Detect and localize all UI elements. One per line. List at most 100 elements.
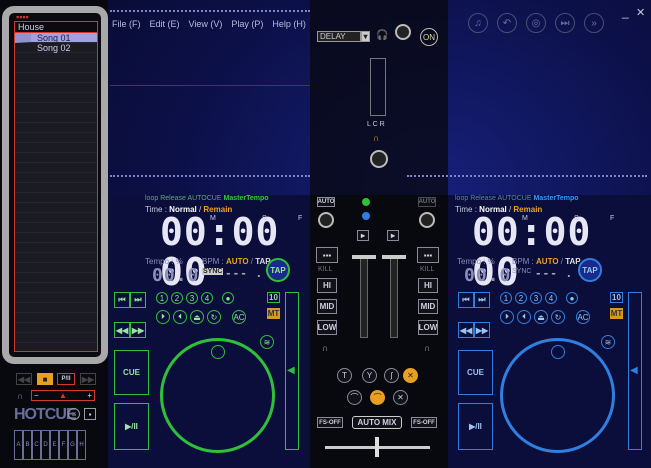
- autocue-button[interactable]: AC: [576, 310, 590, 324]
- list-icon[interactable]: ≡: [68, 408, 80, 420]
- volume-fader-right[interactable]: [390, 258, 398, 338]
- key-h[interactable]: H: [77, 430, 86, 460]
- monitor-slider[interactable]: [370, 58, 386, 116]
- playlist-empty-row[interactable]: [15, 53, 97, 63]
- effect-on-button[interactable]: ON: [420, 28, 438, 46]
- auto-gain-left[interactable]: AUTO: [317, 197, 335, 207]
- playlist-empty-row[interactable]: [15, 263, 97, 273]
- eq-low-right[interactable]: LOW: [418, 320, 438, 335]
- tap-button[interactable]: TAP: [266, 258, 290, 282]
- bpm-auto[interactable]: AUTO: [536, 257, 559, 266]
- menu-file[interactable]: File (F): [112, 19, 141, 29]
- playlist-empty-row[interactable]: [15, 83, 97, 93]
- loop-icon[interactable]: ↻: [207, 310, 221, 324]
- mastertempo-label[interactable]: MasterTempo: [534, 195, 579, 202]
- playlist-empty-row[interactable]: [15, 323, 97, 333]
- sampler-volume-slider[interactable]: − ▲ +: [31, 390, 95, 401]
- playlist-empty-row[interactable]: [15, 273, 97, 283]
- loop-icon[interactable]: ↻: [551, 310, 565, 324]
- playlist-empty-row[interactable]: [15, 173, 97, 183]
- playlist-empty-row[interactable]: [15, 113, 97, 123]
- eq-mid-left[interactable]: MID: [317, 299, 337, 314]
- headphones-icon[interactable]: ∩: [17, 391, 23, 401]
- jog-wheel[interactable]: [500, 338, 615, 453]
- hotcue-record[interactable]: ●: [222, 292, 234, 304]
- loop-label[interactable]: loop: [145, 195, 158, 202]
- record-icon[interactable]: ◎: [526, 13, 546, 33]
- volume-fader-left[interactable]: [360, 258, 368, 338]
- mastertempo-label[interactable]: MasterTempo: [224, 195, 269, 202]
- pitch-range-button[interactable]: 10: [610, 292, 623, 303]
- headphones-icon[interactable]: ∩: [424, 343, 430, 353]
- menu-help[interactable]: Help (H): [272, 19, 306, 29]
- key-e[interactable]: E: [50, 430, 59, 460]
- back-icon[interactable]: ↶: [497, 13, 517, 33]
- playlist-empty-row[interactable]: [15, 103, 97, 113]
- fx-x-icon[interactable]: ✕: [393, 390, 408, 405]
- playlist-empty-row[interactable]: [15, 193, 97, 203]
- playlist-empty-row[interactable]: [15, 73, 97, 83]
- fast-forward-button[interactable]: ▶▶: [130, 322, 146, 338]
- autocue-button[interactable]: AC: [232, 310, 246, 324]
- auto-mix-button[interactable]: AUTO MIX: [352, 416, 402, 429]
- playlist-item[interactable]: Song 02: [15, 43, 97, 53]
- fx-curve-active-icon[interactable]: ⌒: [370, 390, 385, 405]
- headphones-icon[interactable]: ∩: [322, 343, 328, 353]
- eject-icon[interactable]: ⏏: [534, 310, 548, 324]
- sampler-prev-button[interactable]: ◀◀: [16, 373, 32, 385]
- playlist-empty-row[interactable]: [15, 63, 97, 73]
- kill-icon[interactable]: ▪▪▪: [417, 247, 439, 263]
- rewind-button[interactable]: ◀◀: [458, 322, 474, 338]
- pitch-slider[interactable]: ◀: [628, 292, 642, 450]
- fx-split-icon[interactable]: Y: [362, 368, 377, 383]
- cue-button[interactable]: CUE: [458, 350, 493, 395]
- key-c[interactable]: C: [32, 430, 41, 460]
- playlist-item[interactable]: Song 01: [15, 33, 97, 43]
- playlist-empty-row[interactable]: [15, 243, 97, 253]
- effect-select[interactable]: DELAY: [317, 31, 361, 42]
- cue-forward-icon[interactable]: ⏴: [517, 310, 531, 324]
- hotcue-record[interactable]: ●: [566, 292, 578, 304]
- monitor-knob[interactable]: [370, 150, 388, 168]
- menu-view[interactable]: View (V): [189, 19, 223, 29]
- play-pause-button[interactable]: ▶/II: [458, 403, 493, 450]
- autocue-label[interactable]: AUTOCUE: [497, 195, 531, 202]
- cue-button[interactable]: CUE: [114, 350, 149, 395]
- key-f[interactable]: F: [59, 430, 68, 460]
- master-tempo-button[interactable]: MT: [610, 308, 623, 319]
- cue-forward-icon[interactable]: ⏴: [173, 310, 187, 324]
- gain-knob-right[interactable]: [419, 212, 435, 228]
- playlist-empty-row[interactable]: [15, 283, 97, 293]
- hotcue-2[interactable]: 2: [515, 292, 527, 304]
- pitch-slider[interactable]: ◀: [285, 292, 299, 450]
- menu-edit[interactable]: Edit (E): [150, 19, 180, 29]
- minimize-button[interactable]: _: [622, 5, 629, 19]
- eq-hi-right[interactable]: HI: [418, 278, 438, 293]
- playlist-empty-row[interactable]: [15, 203, 97, 213]
- hotcue-4[interactable]: 4: [201, 292, 213, 304]
- fx-curve-icon[interactable]: ⌒: [347, 390, 362, 405]
- cue-back-icon[interactable]: ⏵: [156, 310, 170, 324]
- fader-handle[interactable]: [382, 255, 406, 259]
- jog-wheel[interactable]: [160, 338, 275, 453]
- eq-low-left[interactable]: LOW: [317, 320, 337, 335]
- playlist-folder[interactable]: House: [15, 22, 97, 33]
- playlist-empty-row[interactable]: [15, 333, 97, 343]
- sampler-play-button[interactable]: P/II: [57, 373, 75, 385]
- playlist-empty-row[interactable]: [15, 233, 97, 243]
- next-track-button[interactable]: ⏭: [474, 292, 490, 308]
- sampler-next-button[interactable]: ▶▶: [80, 373, 96, 385]
- skip-icon[interactable]: ⏭: [555, 13, 575, 33]
- playlist-empty-row[interactable]: [15, 183, 97, 193]
- release-label[interactable]: Release: [160, 195, 186, 202]
- fx-filter-icon[interactable]: T: [337, 368, 352, 383]
- eject-icon[interactable]: ⏏: [190, 310, 204, 324]
- master-tempo-button[interactable]: MT: [267, 308, 280, 319]
- loop-label[interactable]: loop: [455, 195, 468, 202]
- prev-track-button[interactable]: ⏮: [114, 292, 130, 308]
- chevron-down-icon[interactable]: ▾: [361, 31, 370, 42]
- hotcue-4[interactable]: 4: [545, 292, 557, 304]
- scratch-icon[interactable]: ≋: [601, 335, 615, 349]
- hotcue-1[interactable]: 1: [500, 292, 512, 304]
- effect-knob[interactable]: [395, 24, 411, 40]
